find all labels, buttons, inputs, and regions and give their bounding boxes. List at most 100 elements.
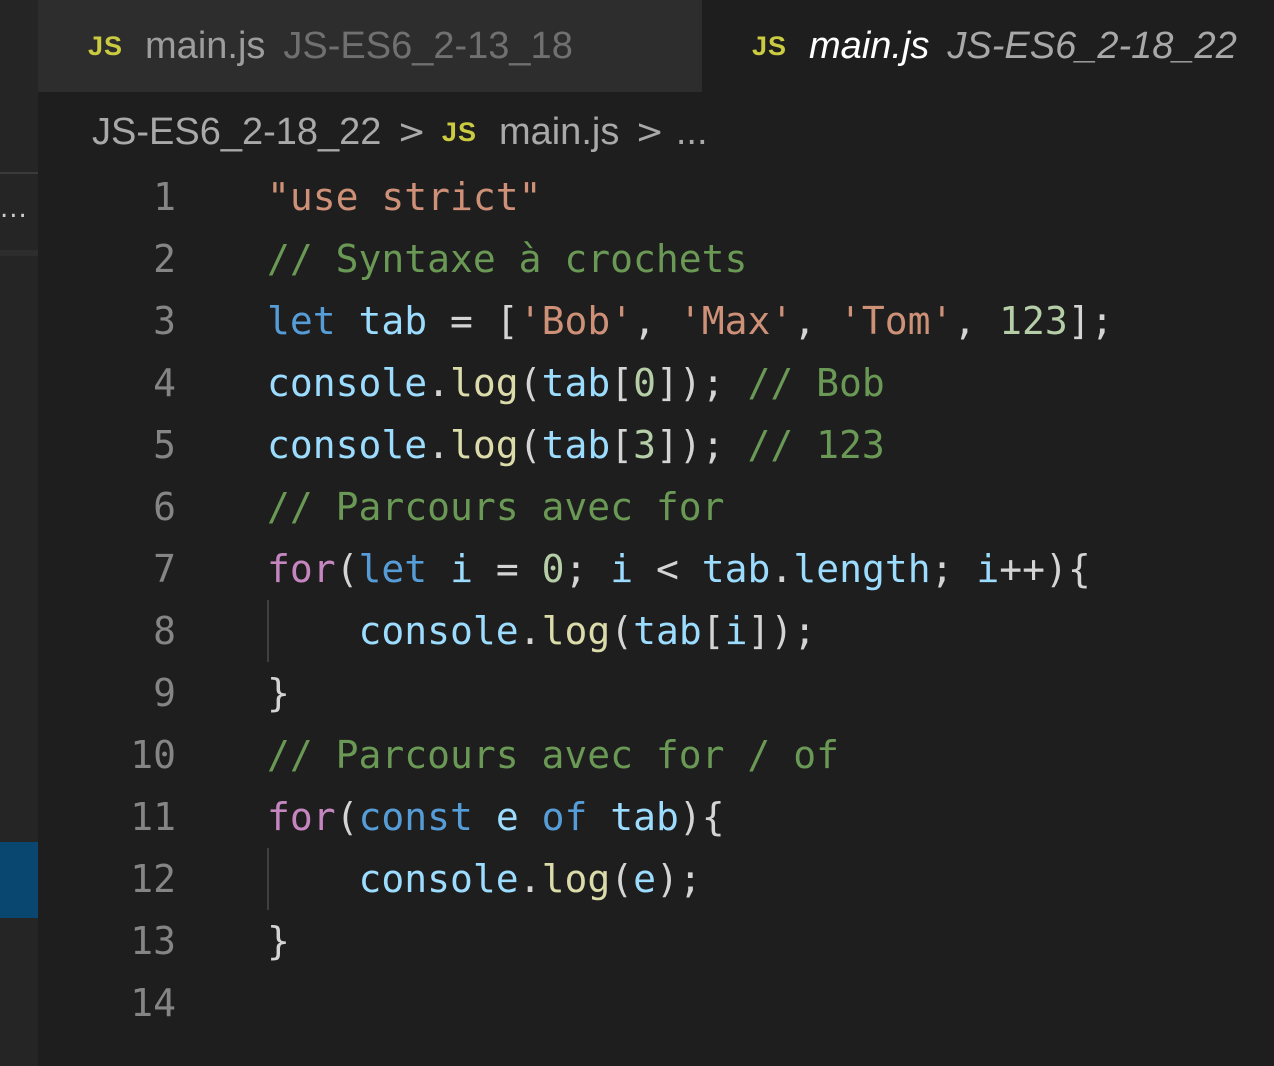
breadcrumb-folder[interactable]: JS-ES6_2-18_22 [92,111,381,154]
code-token: tab [358,299,428,343]
code-text[interactable]: // Parcours avec for / of [267,724,839,786]
code-token: // Parcours avec for / of [267,733,839,777]
code-text[interactable]: let tab = ['Bob', 'Max', 'Tom', 123]; [267,290,1114,352]
code-text[interactable]: } [267,662,290,724]
code-text[interactable]: // Syntaxe à crochets [267,228,747,290]
code-token: tab [701,547,771,591]
code-line[interactable]: 3 let tab = ['Bob', 'Max', 'Tom', 123]; [38,290,1274,352]
sidebar-selected-item[interactable] [0,842,38,918]
code-token: 'Max' [678,299,794,343]
code-line[interactable]: 9} [38,662,1274,724]
code-token: i [976,547,1000,591]
breadcrumb-file[interactable]: main.js [499,111,619,154]
code-line[interactable]: 4 console.log(tab[0]); // Bob [38,352,1274,414]
code-text[interactable]: console.log(tab[3]); // 123 [267,414,885,476]
code-token: . [518,609,542,653]
code-token: ( [610,609,634,653]
code-token: let [358,547,428,591]
code-token: e [633,857,656,901]
code-token: // Bob [747,361,885,405]
code-line[interactable]: 1 "use strict" [38,166,1274,228]
js-file-icon: JS [88,30,124,61]
code-line[interactable]: 7 for(let i = 0; i < tab.length; i++){ [38,538,1274,600]
code-token: ( [518,361,542,405]
line-number: 3 [153,299,176,343]
code-text[interactable]: for(const e of tab){ [267,786,725,848]
code-token: for [267,795,336,839]
sidebar-divider [0,172,38,174]
code-token: ( [335,795,359,839]
chevron-right-icon: > [397,112,426,152]
code-token: i [450,547,473,591]
line-number: 8 [153,609,176,653]
line-number: 13 [130,919,176,963]
code-token: "use strict" [267,175,542,219]
code-token: , [793,299,839,343]
code-token: tab [541,423,611,467]
sidebar-strip: ... [0,0,38,1066]
code-text[interactable]: console.log(e); [267,848,702,910]
chevron-right-icon: > [635,112,664,152]
code-text[interactable]: "use strict" [267,166,542,228]
code-token: ; [564,547,611,591]
tab-main-js-2-13-18[interactable]: JS main.js JS-ES6_2-13_18 [38,0,702,92]
code-line[interactable]: 2 // Syntaxe à crochets [38,228,1274,290]
code-token: [ [610,423,634,467]
code-line[interactable]: 10 // Parcours avec for / of [38,724,1274,786]
code-token: length [793,547,931,591]
code-token: } [267,671,290,715]
code-token: // Syntaxe à crochets [267,237,748,281]
code-token: } [267,919,290,963]
code-token: . [518,857,542,901]
code-line[interactable]: 12 console.log(e); [38,848,1274,910]
breadcrumb: JS-ES6_2-18_22 > JS main.js > ... [92,100,708,164]
breadcrumb-symbol[interactable]: ... [676,111,708,154]
code-token: = [472,547,542,591]
code-text[interactable]: console.log(tab[i]); [267,600,817,662]
code-token: ; [930,547,977,591]
code-token: console [358,609,519,653]
line-number: 7 [153,547,176,591]
code-token: // 123 [747,423,885,467]
tab-description: JS-ES6_2-18_22 [947,24,1237,67]
js-file-icon: JS [441,116,477,147]
code-token: e [495,795,519,839]
code-token: ( [610,857,634,901]
sidebar-section-divider [0,250,38,256]
code-line[interactable]: 5 console.log(tab[3]); // 123 [38,414,1274,476]
code-token: 'Bob' [518,299,634,343]
code-line[interactable]: 8 console.log(tab[i]); [38,600,1274,662]
code-token: tab [610,795,679,839]
code-token: console [267,423,428,467]
code-token: 0 [541,547,565,591]
code-line[interactable]: 13} [38,910,1274,972]
code-line[interactable]: 11 for(const e of tab){ [38,786,1274,848]
line-number: 2 [153,237,176,281]
code-token: 'Tom' [839,299,954,343]
code-token: [ [610,361,634,405]
code-line[interactable]: 6 // Parcours avec for [38,476,1274,538]
tab-main-js-2-18-22[interactable]: JS main.js JS-ES6_2-18_22 [702,0,1274,92]
tab-bar: JS main.js JS-ES6_2-13_18 JS main.js JS-… [38,0,1274,92]
line-number: 11 [130,795,176,839]
code-token: ( [518,423,542,467]
sidebar-more-icon[interactable]: ... [0,196,28,222]
code-text[interactable]: // Parcours avec for [267,476,725,538]
code-text[interactable]: console.log(tab[0]); // Bob [267,352,885,414]
code-token: ){ [678,795,725,839]
code-text[interactable]: for(let i = 0; i < tab.length; i++){ [267,538,1091,600]
code-line[interactable]: 14 [38,972,1274,1034]
line-number: 1 [153,175,176,219]
code-editor[interactable]: 1 "use strict" 2 // Syntaxe à crochets 3 let … [38,166,1274,1066]
code-text[interactable]: } [267,910,290,972]
code-token: 123 [999,299,1068,343]
code-token: , [953,299,1000,343]
code-token: ]; [1067,299,1114,343]
code-token: tab [541,361,611,405]
